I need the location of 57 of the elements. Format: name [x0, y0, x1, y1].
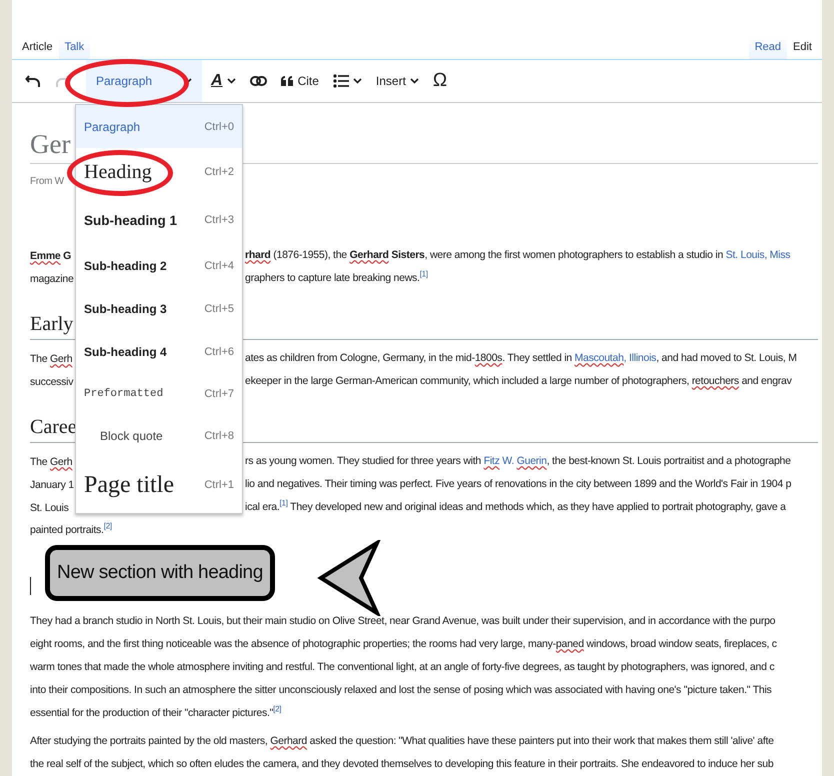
reference-link[interactable]: [2]: [273, 704, 282, 713]
paragraph-line: They had a branch studio in North St. Louis, but their main studio on Olive Street, near Grand Avenue, was built under their supervision, and in accordance with the purpo: [30, 614, 776, 626]
link[interactable]: , Illinois: [624, 352, 656, 364]
insert-button[interactable]: Insert: [370, 66, 424, 96]
undo-icon: [25, 74, 41, 88]
format-option[interactable]: Preformatted Ctrl+7: [76, 373, 242, 415]
reference-link[interactable]: [2]: [104, 521, 112, 530]
shortcut-label: Ctrl+2: [204, 166, 234, 178]
paragraph-line: the real self of the subject, which so often eludes the camera, and they devoted themselves to developing this feature in their portraits. She endeavored to induce her sub: [30, 758, 774, 770]
list-icon: [332, 74, 349, 88]
paragraph-line: painted portraits.$^{[2]}$: [30, 524, 112, 536]
shortcut-label: Ctrl+4: [204, 260, 234, 272]
caret-icon: [226, 78, 236, 84]
chain-link-icon: [250, 76, 267, 86]
special-character-button[interactable]: Ω: [428, 66, 452, 96]
paragraph-line: Emme G: [30, 250, 72, 262]
paragraph-line: January 1: [30, 478, 74, 490]
shortcut-label: Ctrl+3: [204, 214, 234, 226]
shortcut-label: Ctrl+1: [204, 479, 234, 491]
paragraph-line: eight rooms, and the first thing noticeable was the absence of photographic properties; the rooms had very large, many-paned windows, broad window seats, fireplaces, c: [30, 638, 777, 650]
paragraph-line: ekeeper in the large German-American community, which included a large number of photographers, retouchers and engrav: [245, 374, 792, 386]
link[interactable]: W.: [500, 454, 517, 466]
paragraph-line: St. Louis: [30, 502, 69, 514]
paragraph-line: essential for the production of their "character pictures."$^{[2]}$: [30, 706, 282, 718]
paragraph-line: After studying the portraits painted by the old masters, Gerhard asked the question: "What qualities have these painters put into their work that makes them still 'alive' afte: [30, 734, 774, 746]
callout-label: New section with heading: [45, 545, 275, 601]
shortcut-label: Ctrl+6: [204, 346, 234, 358]
link[interactable]: Fitz: [484, 454, 500, 466]
format-option[interactable]: Page title Ctrl+1: [76, 457, 242, 513]
format-option[interactable]: Sub-heading 2 Ctrl+4: [76, 244, 242, 287]
format-option[interactable]: Sub-heading 1 Ctrl+3: [76, 196, 242, 244]
cite-button[interactable]: Cite: [276, 66, 324, 96]
shortcut-label: Ctrl+7: [204, 388, 234, 400]
link[interactable]: Mascoutah: [574, 352, 624, 364]
quote-icon: [280, 76, 294, 86]
text-cursor: [30, 577, 31, 595]
text-style-button[interactable]: A: [206, 66, 241, 96]
paragraph-line: rhard (1876-1955), the Gerhard Sisters, were among the first women photographers to establish a studio in St. Louis, Miss: [245, 248, 790, 260]
paragraph-line: successiv: [30, 376, 74, 388]
paragraph-line: The Gerh: [30, 456, 72, 468]
caret-icon: [410, 78, 419, 84]
shortcut-label: Ctrl+8: [204, 430, 234, 442]
paragraph-line: magazine: [30, 272, 74, 284]
paragraph-line: The Gerh: [30, 352, 72, 364]
link[interactable]: Guerin: [516, 454, 547, 466]
paragraph-line: ical era.$^{[1]}$ They developed new and original ideas and methods which, as they have applied to portrait photography, gave a: [245, 500, 786, 512]
paragraph-line: warm tones that made the whole atmosphere inviting and restful. The conventional light, at an angle of forty-five degrees, as taught by photographers, was ignored, and c: [30, 660, 774, 672]
paragraph-line: graphers to capture late breaking news.$^{[1]}$: [245, 272, 428, 284]
paragraph-line: ates as children from Cologne, Germany, in the mid-1800s. They settled in Mascoutah, Illinois, and had moved to St. Louis, M: [245, 352, 797, 364]
caret-icon: [352, 78, 362, 84]
page-subtitle: From W: [30, 175, 65, 189]
paragraph-line: lio and negatives. Their timing was perfect. Five years of renovations in the city between 1899 and the World's Fair in 1904 p: [245, 478, 792, 490]
reference-link[interactable]: [1]: [420, 269, 428, 278]
paragraph-line: rs as young women. They studied for three years with Fitz W. Guerin, the best-known St. Louis portraitist and a photographe: [245, 454, 791, 466]
paragraph-line: into their compositions. In such an atmosphere the sitter unconsciously relaxed and lost the sense of posing which was associated with having one's "picture taken." This: [30, 684, 772, 696]
reference-link[interactable]: [1]: [280, 498, 288, 507]
link[interactable]: St. Louis, Miss: [726, 248, 790, 260]
